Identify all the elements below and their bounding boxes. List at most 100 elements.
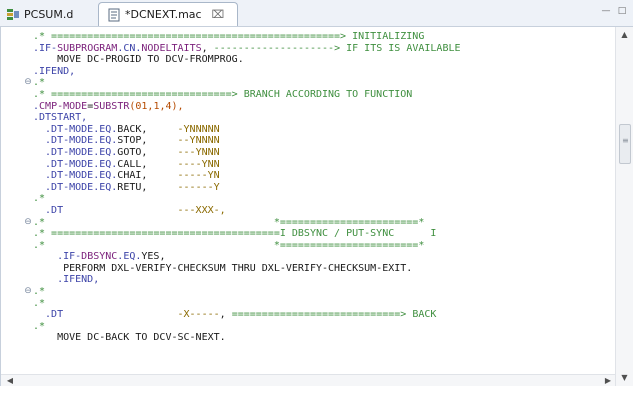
scroll-left-icon[interactable]: ◀ xyxy=(3,375,17,386)
code-token: -YNNNNN xyxy=(177,123,220,135)
code-token: BACK, xyxy=(117,123,178,135)
code-token: ----YNN xyxy=(177,158,220,170)
code-line[interactable]: .IFEND, xyxy=(33,274,617,286)
code-token: .* xyxy=(33,77,46,89)
code-line[interactable]: .* xyxy=(33,286,617,298)
code-token: .DTSTART, xyxy=(33,112,88,124)
code-token: CMP-MODE xyxy=(39,100,88,112)
code-editor[interactable]: ⊖ ⊖ ⊖ .* =================================… xyxy=(0,27,617,386)
code-line[interactable]: .* ==============================> BRANC… xyxy=(33,89,617,101)
code-token: .* *=======================* xyxy=(33,216,425,228)
code-line[interactable]: .* xyxy=(33,193,617,205)
code-token: .* *=======================* xyxy=(33,239,425,251)
code-line[interactable]: .DT-MODE.EQ.STOP, --YNNNN xyxy=(33,135,617,147)
fold-toggle-icon[interactable]: ⊖ xyxy=(23,286,33,296)
code-token: CALL, xyxy=(117,158,178,170)
code-line[interactable]: .IF-DBSYNC.EQ.YES, xyxy=(33,251,617,263)
scroll-right-icon[interactable]: ▶ xyxy=(601,375,615,386)
code-token: -----YN xyxy=(177,170,220,182)
code-token: SUBPROGRAM xyxy=(57,42,118,54)
editor-tab-bar: PCSUM.d *DCNEXT.mac ⌧ — □ xyxy=(0,0,633,27)
code-token: .* xyxy=(33,320,46,332)
code-line[interactable]: .* xyxy=(33,77,617,89)
code-token: , xyxy=(201,42,214,54)
code-token: CHAI, xyxy=(117,170,178,182)
code-token: .DT-MODE.EQ. xyxy=(33,181,118,193)
code-line[interactable]: .DT-MODE.EQ.CALL, ----YNN xyxy=(33,159,617,171)
code-token: .IFEND, xyxy=(33,65,76,77)
code-line[interactable]: .* =====================================… xyxy=(33,31,617,43)
code-token: .* =====================================… xyxy=(33,228,437,240)
code-token: .* =====================================… xyxy=(33,31,425,42)
code-token: --------------------> IF ITS IS AVAILABL… xyxy=(213,42,461,54)
database-icon xyxy=(6,7,20,21)
editor-gutter: ⊖ ⊖ ⊖ xyxy=(1,27,33,386)
code-token: .DT xyxy=(33,204,178,216)
code-token: ------Y xyxy=(177,181,220,193)
code-token: ---YNNN xyxy=(177,146,220,158)
grip-icon: ≡ xyxy=(622,136,629,145)
minimize-icon[interactable]: — xyxy=(601,6,611,16)
code-line[interactable]: .* *=======================* xyxy=(33,217,617,229)
code-token: MOVE DC-PROGID TO DCV-FROMPROG. xyxy=(33,54,244,66)
code-token: .CN. xyxy=(117,42,142,54)
code-line[interactable]: MOVE DC-BACK TO DCV-SC-NEXT. xyxy=(33,332,617,344)
code-token: .* xyxy=(33,286,46,298)
code-token: (01,1,4), xyxy=(129,100,184,112)
code-line[interactable]: MOVE DC-PROGID TO DCV-FROMPROG. xyxy=(33,54,617,66)
code-token: GOTO, xyxy=(117,146,178,158)
close-icon[interactable]: ⌧ xyxy=(212,8,225,21)
scrollbar-thumb[interactable]: ≡ xyxy=(619,124,631,164)
maximize-icon[interactable]: □ xyxy=(617,6,627,16)
code-line[interactable]: .* *=======================* xyxy=(33,240,617,252)
code-token: PERFORM DXL-VERIFY-CHECKSUM THRU DXL-VER… xyxy=(33,262,413,274)
code-line[interactable]: .IF-SUBPROGRAM.CN.NODELTAITS, ----------… xyxy=(33,43,617,55)
code-token: .* xyxy=(33,193,46,205)
code-token: SUBSTR xyxy=(93,100,130,112)
code-token: ---XXX-, xyxy=(177,204,226,216)
code-token: .DT-MODE.EQ. xyxy=(33,170,118,182)
code-line[interactable]: .DT -X-----, ===========================… xyxy=(33,309,617,321)
code-line[interactable]: .DT-MODE.EQ.GOTO, ---YNNN xyxy=(33,147,617,159)
vertical-scrollbar[interactable]: ▲ ≡ ▼ xyxy=(615,27,633,386)
code-token: .DT-MODE.EQ. xyxy=(33,158,118,170)
tab-dcnext[interactable]: *DCNEXT.mac ⌧ xyxy=(98,2,238,26)
tab-label: *DCNEXT.mac xyxy=(125,8,202,21)
code-token: NODELTAITS xyxy=(141,42,202,54)
window-controls: — □ xyxy=(601,6,627,16)
code-token: .IFEND, xyxy=(33,274,100,286)
scroll-up-icon[interactable]: ▲ xyxy=(616,29,633,41)
code-line[interactable]: .DT-MODE.EQ.RETU, ------Y xyxy=(33,182,617,194)
code-token: -X----- xyxy=(177,309,220,321)
code-line[interactable]: .DT-MODE.EQ.CHAI, -----YN xyxy=(33,170,617,182)
code-area[interactable]: .* =====================================… xyxy=(33,31,617,383)
code-line[interactable]: .DT ---XXX-, xyxy=(33,205,617,217)
code-token: .EQ. xyxy=(117,251,142,263)
scroll-down-icon[interactable]: ▼ xyxy=(616,372,633,384)
code-token: , xyxy=(219,309,232,321)
file-icon xyxy=(107,8,121,22)
code-token: .IF- xyxy=(33,251,82,263)
tab-pcsum[interactable]: PCSUM.d xyxy=(2,3,98,25)
editor-window: PCSUM.d *DCNEXT.mac ⌧ — □ ⊖ ⊖ ⊖ .* =======… xyxy=(0,0,633,397)
fold-toggle-icon[interactable]: ⊖ xyxy=(23,77,33,87)
tab-label: PCSUM.d xyxy=(24,7,74,21)
code-line[interactable]: .IFEND, xyxy=(33,66,617,78)
code-line[interactable]: .* xyxy=(33,321,617,333)
fold-toggle-icon[interactable]: ⊖ xyxy=(23,217,33,227)
code-token: YES, xyxy=(141,251,166,263)
code-token: RETU, xyxy=(117,181,178,193)
code-line[interactable]: .DTSTART, xyxy=(33,112,617,124)
code-token: ============================> BACK xyxy=(231,309,437,321)
code-token: MOVE DC-BACK TO DCV-SC-NEXT. xyxy=(33,332,226,344)
code-token: .* ==============================> BRANC… xyxy=(33,88,413,100)
code-line[interactable]: PERFORM DXL-VERIFY-CHECKSUM THRU DXL-VER… xyxy=(33,263,617,275)
code-line[interactable]: .* xyxy=(33,298,617,310)
code-line[interactable]: .* =====================================… xyxy=(33,228,617,240)
code-line[interactable]: .DT-MODE.EQ.BACK, -YNNNNN xyxy=(33,124,617,136)
code-line[interactable]: .CMP-MODE=SUBSTR(01,1,4), xyxy=(33,101,617,113)
code-token: .DT-MODE.EQ. xyxy=(33,146,118,158)
code-token: --YNNNN xyxy=(177,135,220,147)
horizontal-scrollbar[interactable]: ◀ ▶ xyxy=(1,374,617,386)
code-token: .* xyxy=(33,297,46,309)
